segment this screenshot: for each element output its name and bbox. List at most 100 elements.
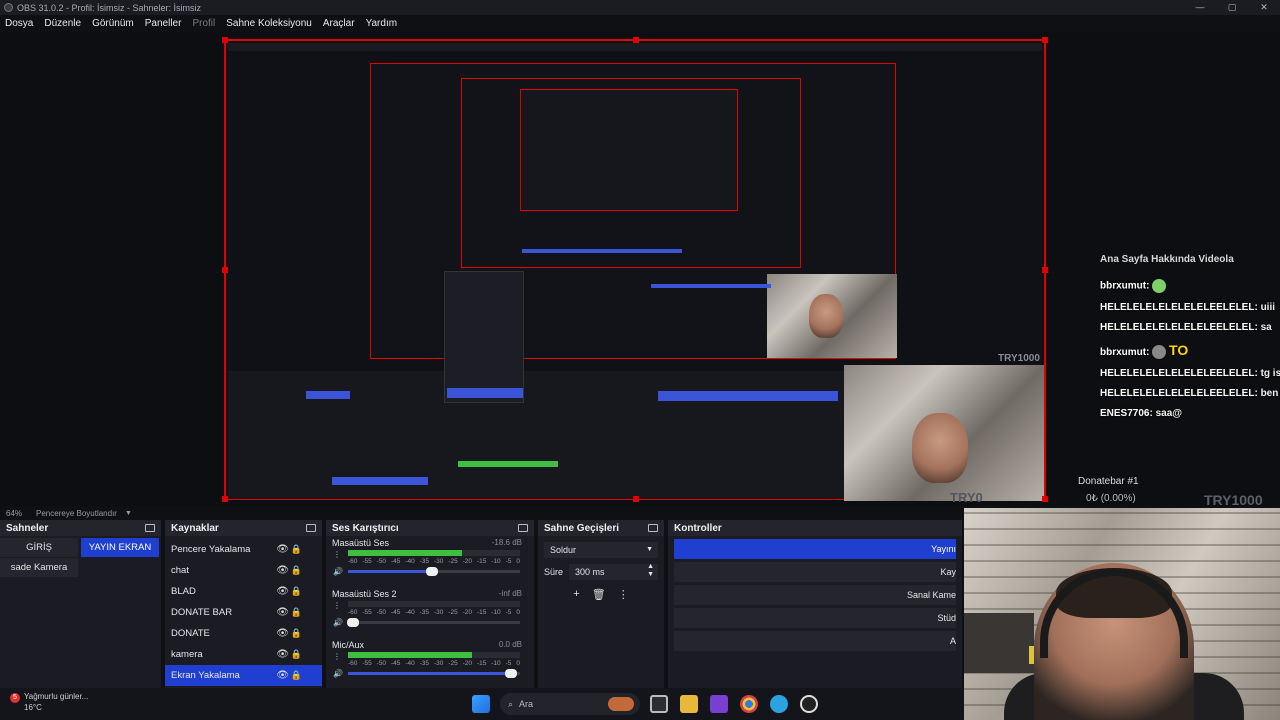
volume-slider[interactable] (347, 618, 520, 627)
duration-input[interactable]: 300 ms ▲ ▼ (569, 563, 658, 580)
resize-handle-tr[interactable] (1042, 37, 1048, 43)
resize-handle-r[interactable] (1042, 267, 1048, 273)
trash-icon[interactable]: 🗑 (592, 588, 606, 601)
settings-button[interactable]: A (674, 631, 956, 651)
search-placeholder: Ara (519, 699, 534, 709)
stepper-icon[interactable]: ▲ ▼ (647, 563, 654, 579)
resize-handle-br[interactable] (1042, 496, 1048, 502)
chevron-down-icon[interactable]: ▼ (125, 510, 132, 517)
chat-user: HELELELELELELELELEELELEL: (1100, 368, 1258, 380)
fit-to-window-dropdown[interactable]: Pencereye Boyutlandır (36, 509, 117, 518)
dock-popout-icon[interactable] (306, 524, 316, 532)
menu-dosya[interactable]: Dosya (5, 18, 33, 29)
menu-paneller[interactable]: Paneller (145, 18, 182, 29)
source-item[interactable]: DONATE 👁 🔒 (165, 623, 322, 644)
taskbar-search[interactable]: ⌕ Ara (500, 693, 640, 715)
dock-popout-icon[interactable] (145, 524, 155, 532)
chat-message: HELELELELELELELELEELELEL: uiii (1100, 302, 1280, 313)
telegram-icon[interactable] (770, 695, 788, 713)
menu-araclar[interactable]: Araçlar (323, 18, 355, 29)
resize-handle-l[interactable] (222, 267, 228, 273)
eye-icon[interactable]: 👁 (276, 649, 289, 660)
scale-tick: -25 (448, 558, 458, 565)
start-recording-button[interactable]: Kay (674, 562, 956, 582)
dock-popout-icon[interactable] (648, 524, 658, 532)
chrome-icon[interactable] (740, 695, 758, 713)
eye-icon[interactable]: 👁 (276, 544, 289, 555)
eye-icon[interactable]: 👁 (276, 670, 289, 681)
windows-start-icon[interactable] (472, 695, 490, 713)
lock-icon[interactable]: 🔒 (291, 586, 302, 597)
scale-tick: -10 (491, 558, 501, 565)
obs-taskbar-icon[interactable] (800, 695, 818, 713)
app-icon[interactable] (710, 695, 728, 713)
mixer-title: Ses Karıştırıcı (332, 522, 399, 534)
volume-slider[interactable] (348, 669, 520, 678)
add-icon[interactable]: + (573, 588, 579, 601)
scene-giris[interactable]: GİRİŞ (0, 538, 78, 557)
weather-title: Yağmurlu günler... (24, 692, 89, 701)
source-item[interactable]: BLAD 👁 🔒 (165, 581, 322, 602)
lock-icon[interactable]: 🔒 (291, 565, 302, 576)
screen-capture-source[interactable]: TRY1000 (222, 37, 1048, 502)
minimize-button[interactable]: — (1184, 0, 1216, 15)
resize-handle-tl[interactable] (222, 37, 228, 43)
lock-icon[interactable]: 🔒 (291, 670, 302, 681)
studio-mode-button[interactable]: Stüd (674, 608, 956, 628)
window-title: OBS 31.0.2 - Profil: İsimsiz - Sahneler:… (17, 2, 202, 13)
scale-tick: 0 (516, 609, 520, 616)
resize-handle-t[interactable] (633, 37, 639, 43)
chat-text: ben (1260, 388, 1279, 400)
scene-yayin-ekran[interactable]: YAYIN EKRAN (81, 538, 159, 557)
scale-tick: -20 (462, 558, 473, 565)
menu-duzenle[interactable]: Düzenle (44, 18, 81, 29)
resize-handle-bl[interactable] (222, 496, 228, 502)
start-streaming-button[interactable]: Yayını (674, 539, 956, 559)
menu-profil[interactable]: Profil (192, 18, 215, 29)
virtual-camera-button[interactable]: Sanal Kame (674, 585, 956, 605)
source-item[interactable]: DONATE BAR 👁 🔒 (165, 602, 322, 623)
source-item[interactable]: Pencere Yakalama 👁 🔒 (165, 539, 322, 560)
nested-source-selected (332, 477, 428, 485)
eye-icon[interactable]: 👁 (276, 607, 289, 618)
volume-knob[interactable] (426, 567, 439, 576)
speaker-icon[interactable]: 🔊 (333, 567, 343, 576)
scale-tick: 0 (516, 558, 520, 565)
transition-select[interactable]: Soldur ▼ (544, 542, 658, 558)
menu-sahne-koleksiyonu[interactable]: Sahne Koleksiyonu (226, 18, 312, 29)
more-icon[interactable]: ⋮ (618, 588, 629, 601)
scene-sade-kamera[interactable]: sade Kamera (0, 558, 78, 577)
more-icon[interactable]: ⋮ (333, 652, 341, 661)
lock-icon[interactable]: 🔒 (291, 544, 302, 555)
volume-slider[interactable] (348, 567, 520, 576)
chat-message: bbrxumut: (1100, 279, 1280, 293)
weather-widget[interactable]: 5 Yağmurlu günler... 16°C (10, 692, 88, 713)
lock-icon[interactable]: 🔒 (291, 649, 302, 660)
resize-handle-b[interactable] (633, 496, 639, 502)
task-view-icon[interactable] (650, 695, 668, 713)
lock-icon[interactable]: 🔒 (291, 607, 302, 618)
volume-knob[interactable] (505, 669, 518, 678)
chat-text: saa@ (1155, 408, 1183, 420)
lock-icon[interactable]: 🔒 (291, 628, 302, 639)
preview-canvas[interactable]: TRY1000 Ana Sayfa Hakkında Videola bbrxu… (0, 32, 1280, 506)
menu-yardim[interactable]: Yardım (366, 18, 398, 29)
source-item[interactable]: chat 👁 🔒 (165, 560, 322, 581)
source-item[interactable]: kamera 👁 🔒 (165, 644, 322, 665)
channel-db: -inf dB (498, 589, 522, 598)
eye-icon[interactable]: 👁 (276, 586, 289, 597)
eye-icon[interactable]: 👁 (276, 565, 289, 576)
more-icon[interactable]: ⋮ (333, 550, 341, 559)
file-explorer-icon[interactable] (680, 695, 698, 713)
eye-icon[interactable]: 👁 (276, 628, 289, 639)
maximize-button[interactable]: ▢ (1216, 0, 1248, 15)
audio-mixer-dock: Ses Karıştırıcı Masaüstü Ses -18.6 dB ⋮ -60… (326, 520, 536, 688)
volume-knob[interactable] (347, 618, 360, 627)
menu-gorunum[interactable]: Görünüm (92, 18, 134, 29)
speaker-icon[interactable]: 🔊 (333, 618, 343, 627)
close-button[interactable]: ✕ (1248, 0, 1280, 15)
dock-popout-icon[interactable] (518, 524, 528, 532)
speaker-icon[interactable]: 🔊 (333, 669, 343, 678)
more-icon[interactable]: ⋮ (333, 601, 341, 610)
source-item-selected[interactable]: Ekran Yakalama 👁 🔒 (165, 665, 322, 686)
